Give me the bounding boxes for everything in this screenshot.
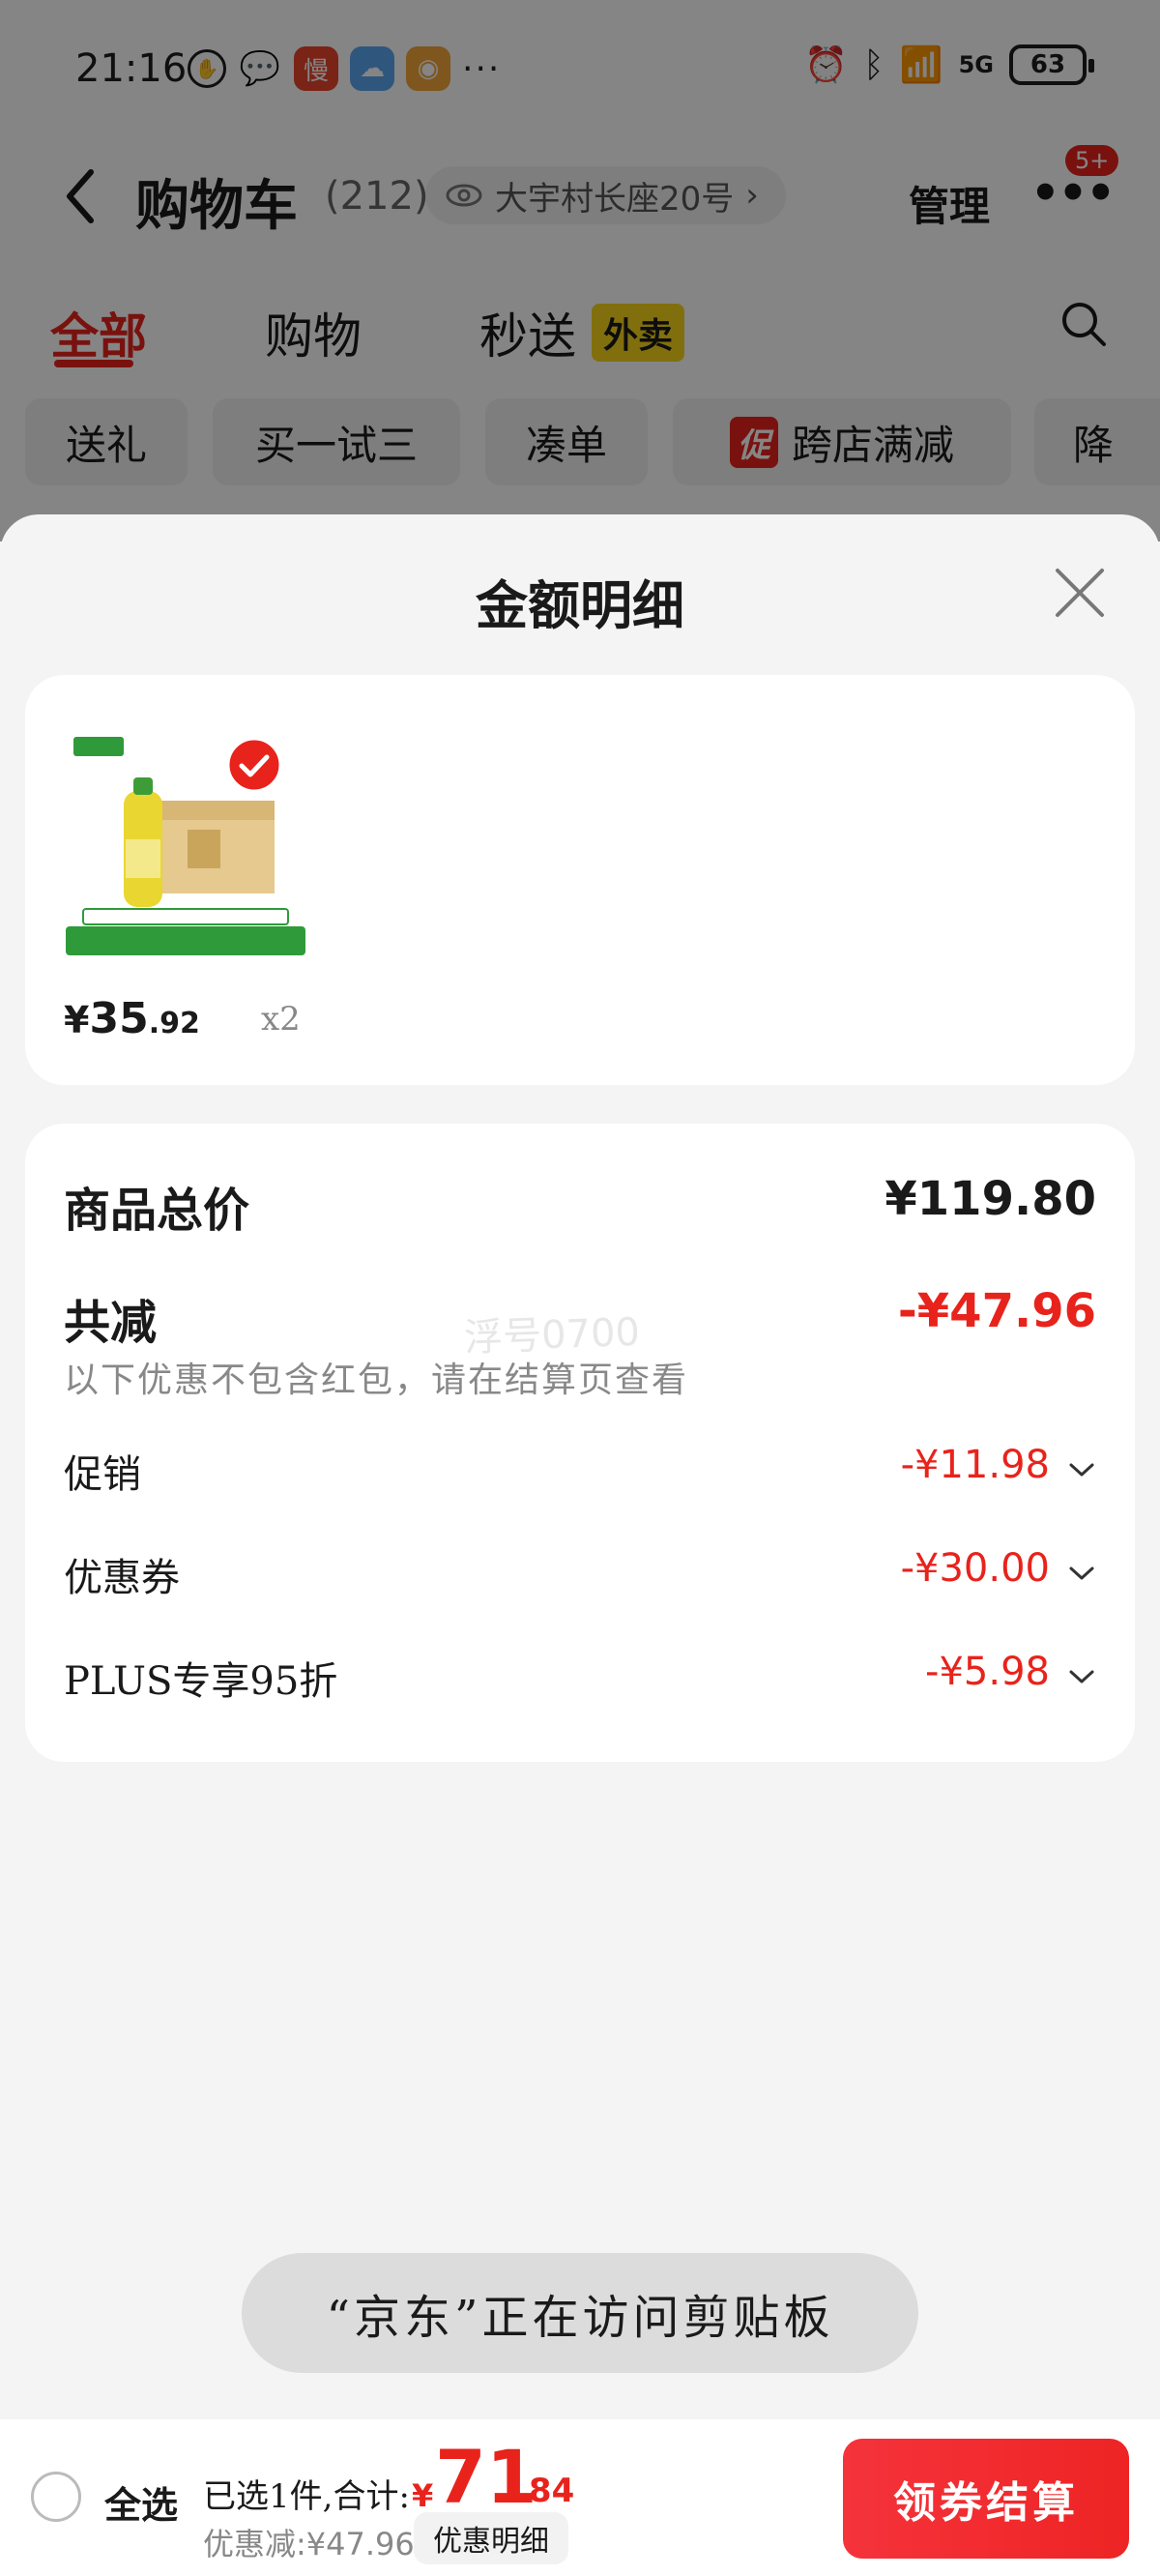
product-card: ¥35.92 x2 [25,675,1135,1085]
dim-overlay[interactable] [0,0,1160,542]
total-price-row: 商品总价 ¥119.80 [64,1172,1096,1240]
discount-item-amount: -¥30.00 [900,1546,1050,1591]
discount-item-amount: -¥5.98 [925,1650,1050,1694]
checkout-bar: 全选 已选1件,合计: ¥ 71 .84 优惠减:¥47.96 优惠明细 领券结… [0,2419,1160,2576]
select-all-label[interactable]: 全选 [104,2475,178,2529]
amount-detail-sheet: 金额明细 ¥35.92 x2 商品总价 ¥119.80 共减 -¥47.96 以… [0,514,1160,2419]
total-decimal: .84 [516,2472,575,2510]
total-discount-label: 共减 [64,1296,158,1350]
discount-item-amount: -¥11.98 [900,1443,1050,1487]
discount-item-label: PLUS专享95折 [64,1659,338,1704]
sheet-title: 金额明细 [476,574,684,636]
total-summary: 已选1件,合计: ¥ 71 .84 [203,2437,609,2517]
discount-item-label: 优惠券 [64,1556,180,1600]
select-all-checkbox[interactable] [31,2472,81,2522]
discount-detail-button[interactable]: 优惠明细 [414,2512,568,2564]
total-discount-amount: -¥47.96 [897,1284,1096,1338]
selected-check-icon[interactable] [226,737,282,793]
chevron-down-icon [1067,1665,1096,1688]
discount-item-plus[interactable]: PLUS专享95折 -¥5.98 [64,1650,1096,1708]
price-integer: 35 [89,994,149,1043]
price-currency: ¥ [64,999,90,1041]
total-price-amount: ¥119.80 [884,1172,1096,1226]
product-quantity: x2 [261,1000,301,1039]
watermark: 浮号0700 [463,1309,641,1361]
close-icon[interactable] [1052,565,1108,621]
discount-item-coupon[interactable]: 优惠券 -¥30.00 [64,1546,1096,1604]
saved-amount: 优惠减:¥47.96 [203,2526,415,2562]
total-price-label: 商品总价 [64,1184,250,1238]
selected-count-label: 已选1件,合计: [203,2477,410,2516]
discount-item-promotion[interactable]: 促销 -¥11.98 [64,1443,1096,1501]
discount-note: 以下优惠不包含红包，请在结算页查看 [64,1361,689,1400]
chevron-down-icon [1067,1458,1096,1481]
total-currency: ¥ [412,2477,434,2514]
chevron-down-icon [1067,1562,1096,1585]
clipboard-toast: “京东”正在访问剪贴板 [242,2253,918,2373]
price-breakdown-card: 商品总价 ¥119.80 共减 -¥47.96 以下优惠不包含红包，请在结算页查… [25,1124,1135,1762]
checkout-button[interactable]: 领券结算 [843,2439,1129,2559]
price-decimal: .92 [148,1007,200,1040]
discount-item-label: 促销 [64,1452,141,1497]
